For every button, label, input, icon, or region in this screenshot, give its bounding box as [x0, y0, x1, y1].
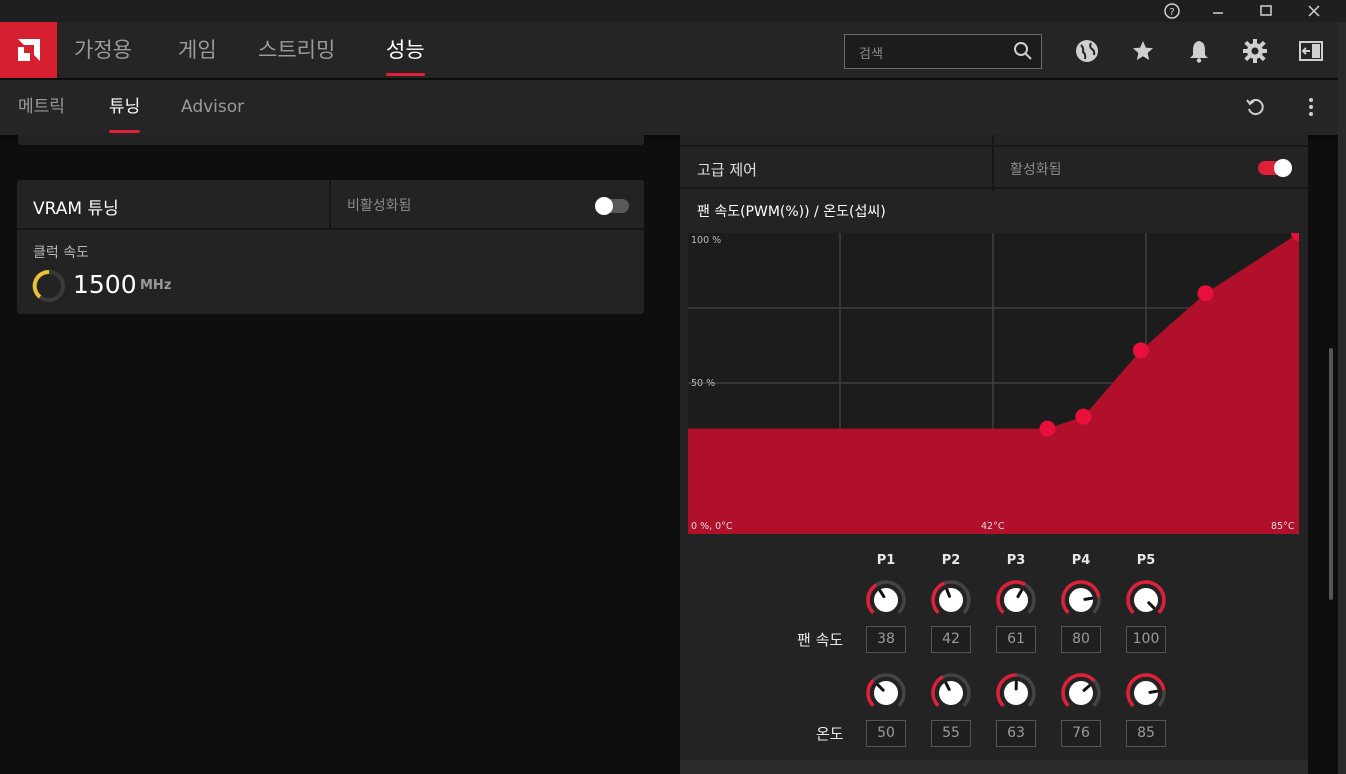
- p5-fan-speed-input[interactable]: 100: [1126, 626, 1166, 653]
- p2-temperature-input[interactable]: 55: [931, 720, 971, 747]
- tab-home[interactable]: 가정용: [74, 22, 132, 78]
- fan-chart-title: 팬 속도(PWM(%)) / 온도(섭씨): [697, 204, 886, 220]
- p5-temperature-knob[interactable]: [1125, 672, 1167, 714]
- x-max-label: 85°C: [1271, 521, 1295, 532]
- star-icon[interactable]: [1130, 38, 1156, 64]
- p4-temperature-knob[interactable]: [1060, 672, 1102, 714]
- active-subtab-indicator: [109, 130, 141, 133]
- p3-fan-speed-knob[interactable]: [995, 579, 1037, 621]
- tab-metrics[interactable]: 메트릭: [18, 80, 65, 135]
- tab-advisor[interactable]: Advisor: [181, 80, 244, 135]
- p4-fan-speed-input[interactable]: 80: [1061, 626, 1101, 653]
- toggle-knob: [1274, 159, 1292, 177]
- p1-label: P1: [876, 553, 896, 568]
- p4-label: P4: [1071, 553, 1091, 568]
- clock-speed-label: 클럭 속도: [33, 245, 89, 261]
- p1-temperature-input[interactable]: 50: [866, 720, 906, 747]
- curve-point-p1[interactable]: [1039, 420, 1056, 437]
- curve-point-p4[interactable]: [1197, 285, 1214, 302]
- window-edge: [1338, 22, 1346, 774]
- p1-temperature-knob[interactable]: [865, 672, 907, 714]
- active-tab-indicator: [386, 73, 425, 76]
- p4-temperature-input[interactable]: 76: [1061, 720, 1101, 747]
- search-placeholder: 검색: [859, 47, 883, 62]
- p2-fan-speed-input[interactable]: 42: [931, 626, 971, 653]
- panel-bottom-edge: [680, 760, 1308, 774]
- p2-fan-speed-knob[interactable]: [930, 579, 972, 621]
- more-options-icon[interactable]: [1298, 94, 1324, 120]
- maximize-icon[interactable]: [1246, 0, 1286, 22]
- bell-icon[interactable]: [1186, 38, 1212, 64]
- vram-tuning-card: VRAM 튜닝 비활성화됨 클럭 속도 1500 MHz: [17, 180, 644, 314]
- p3-temperature-knob[interactable]: [995, 672, 1037, 714]
- search-input[interactable]: 검색: [844, 34, 1042, 69]
- clock-speed-unit: MHz: [140, 278, 172, 293]
- previous-card-edge: [18, 135, 644, 145]
- close-icon[interactable]: [1294, 0, 1334, 22]
- curve-point-p3[interactable]: [1132, 342, 1149, 359]
- reset-icon[interactable]: [1242, 94, 1268, 120]
- p5-temperature-input[interactable]: 85: [1126, 720, 1166, 747]
- help-icon[interactable]: ?: [1152, 0, 1192, 22]
- divider: [992, 135, 994, 191]
- fan-tuning-panel: 고급 제어 활성화됨 팬 속도(PWM(%)) / 온도(섭씨) 100 % 5…: [680, 135, 1308, 774]
- vram-status: 비활성화됨: [347, 198, 412, 214]
- amd-logo-icon[interactable]: [0, 22, 57, 78]
- advanced-control-label: 고급 제어: [697, 161, 757, 179]
- clock-speed-value: 1500: [73, 270, 137, 299]
- search-icon[interactable]: [1013, 41, 1033, 65]
- vram-toggle[interactable]: [595, 197, 629, 215]
- minimize-icon[interactable]: [1198, 0, 1238, 22]
- exit-icon[interactable]: [1298, 38, 1324, 64]
- p3-fan-speed-input[interactable]: 61: [996, 626, 1036, 653]
- vram-title: VRAM 튜닝: [33, 199, 119, 219]
- vram-card-header: VRAM 튜닝 비활성화됨: [17, 180, 644, 230]
- clock-gauge-icon: [32, 269, 65, 302]
- temperature-label: 온도: [816, 725, 844, 743]
- advanced-control-toggle[interactable]: [1258, 159, 1292, 177]
- toggle-knob: [595, 197, 613, 215]
- p1-fan-speed-knob[interactable]: [865, 579, 907, 621]
- tab-tuning[interactable]: 튜닝: [109, 80, 141, 135]
- scrollbar-thumb[interactable]: [1329, 348, 1333, 600]
- tab-streaming[interactable]: 스트리밍: [258, 22, 335, 78]
- svg-text:?: ?: [1169, 7, 1174, 18]
- gear-icon[interactable]: [1242, 38, 1268, 64]
- advanced-control-row: 고급 제어 활성화됨: [680, 135, 1308, 191]
- fan-speed-label: 팬 속도: [797, 631, 844, 649]
- p2-temperature-knob[interactable]: [930, 672, 972, 714]
- p1-fan-speed-input[interactable]: 38: [866, 626, 906, 653]
- tab-performance[interactable]: 성능: [386, 22, 425, 78]
- fan-curve-chart[interactable]: 100 % 50 % 0 %, 0°C 42°C 85°C: [688, 233, 1299, 534]
- p5-label: P5: [1136, 553, 1156, 568]
- curve-point-p2[interactable]: [1075, 408, 1092, 425]
- p3-label: P3: [1006, 553, 1026, 568]
- window-titlebar: ?: [0, 0, 1346, 22]
- top-navigation: 가정용 게임 스트리밍 성능 검색: [0, 22, 1338, 78]
- advanced-control-status: 활성화됨: [1010, 162, 1062, 178]
- p3-temperature-input[interactable]: 63: [996, 720, 1036, 747]
- globe-icon[interactable]: [1074, 38, 1100, 64]
- y-top-label: 100 %: [691, 235, 721, 246]
- p4-fan-speed-knob[interactable]: [1060, 579, 1102, 621]
- divider: [329, 180, 331, 230]
- tab-gaming[interactable]: 게임: [178, 22, 217, 78]
- p2-label: P2: [941, 553, 961, 568]
- y-mid-label: 50 %: [691, 378, 715, 389]
- x-mid-label: 42°C: [981, 521, 1005, 532]
- p5-fan-speed-knob[interactable]: [1125, 579, 1167, 621]
- sub-navigation: 메트릭 튜닝 Advisor: [0, 80, 1338, 135]
- x-origin-label: 0 %, 0°C: [691, 521, 733, 532]
